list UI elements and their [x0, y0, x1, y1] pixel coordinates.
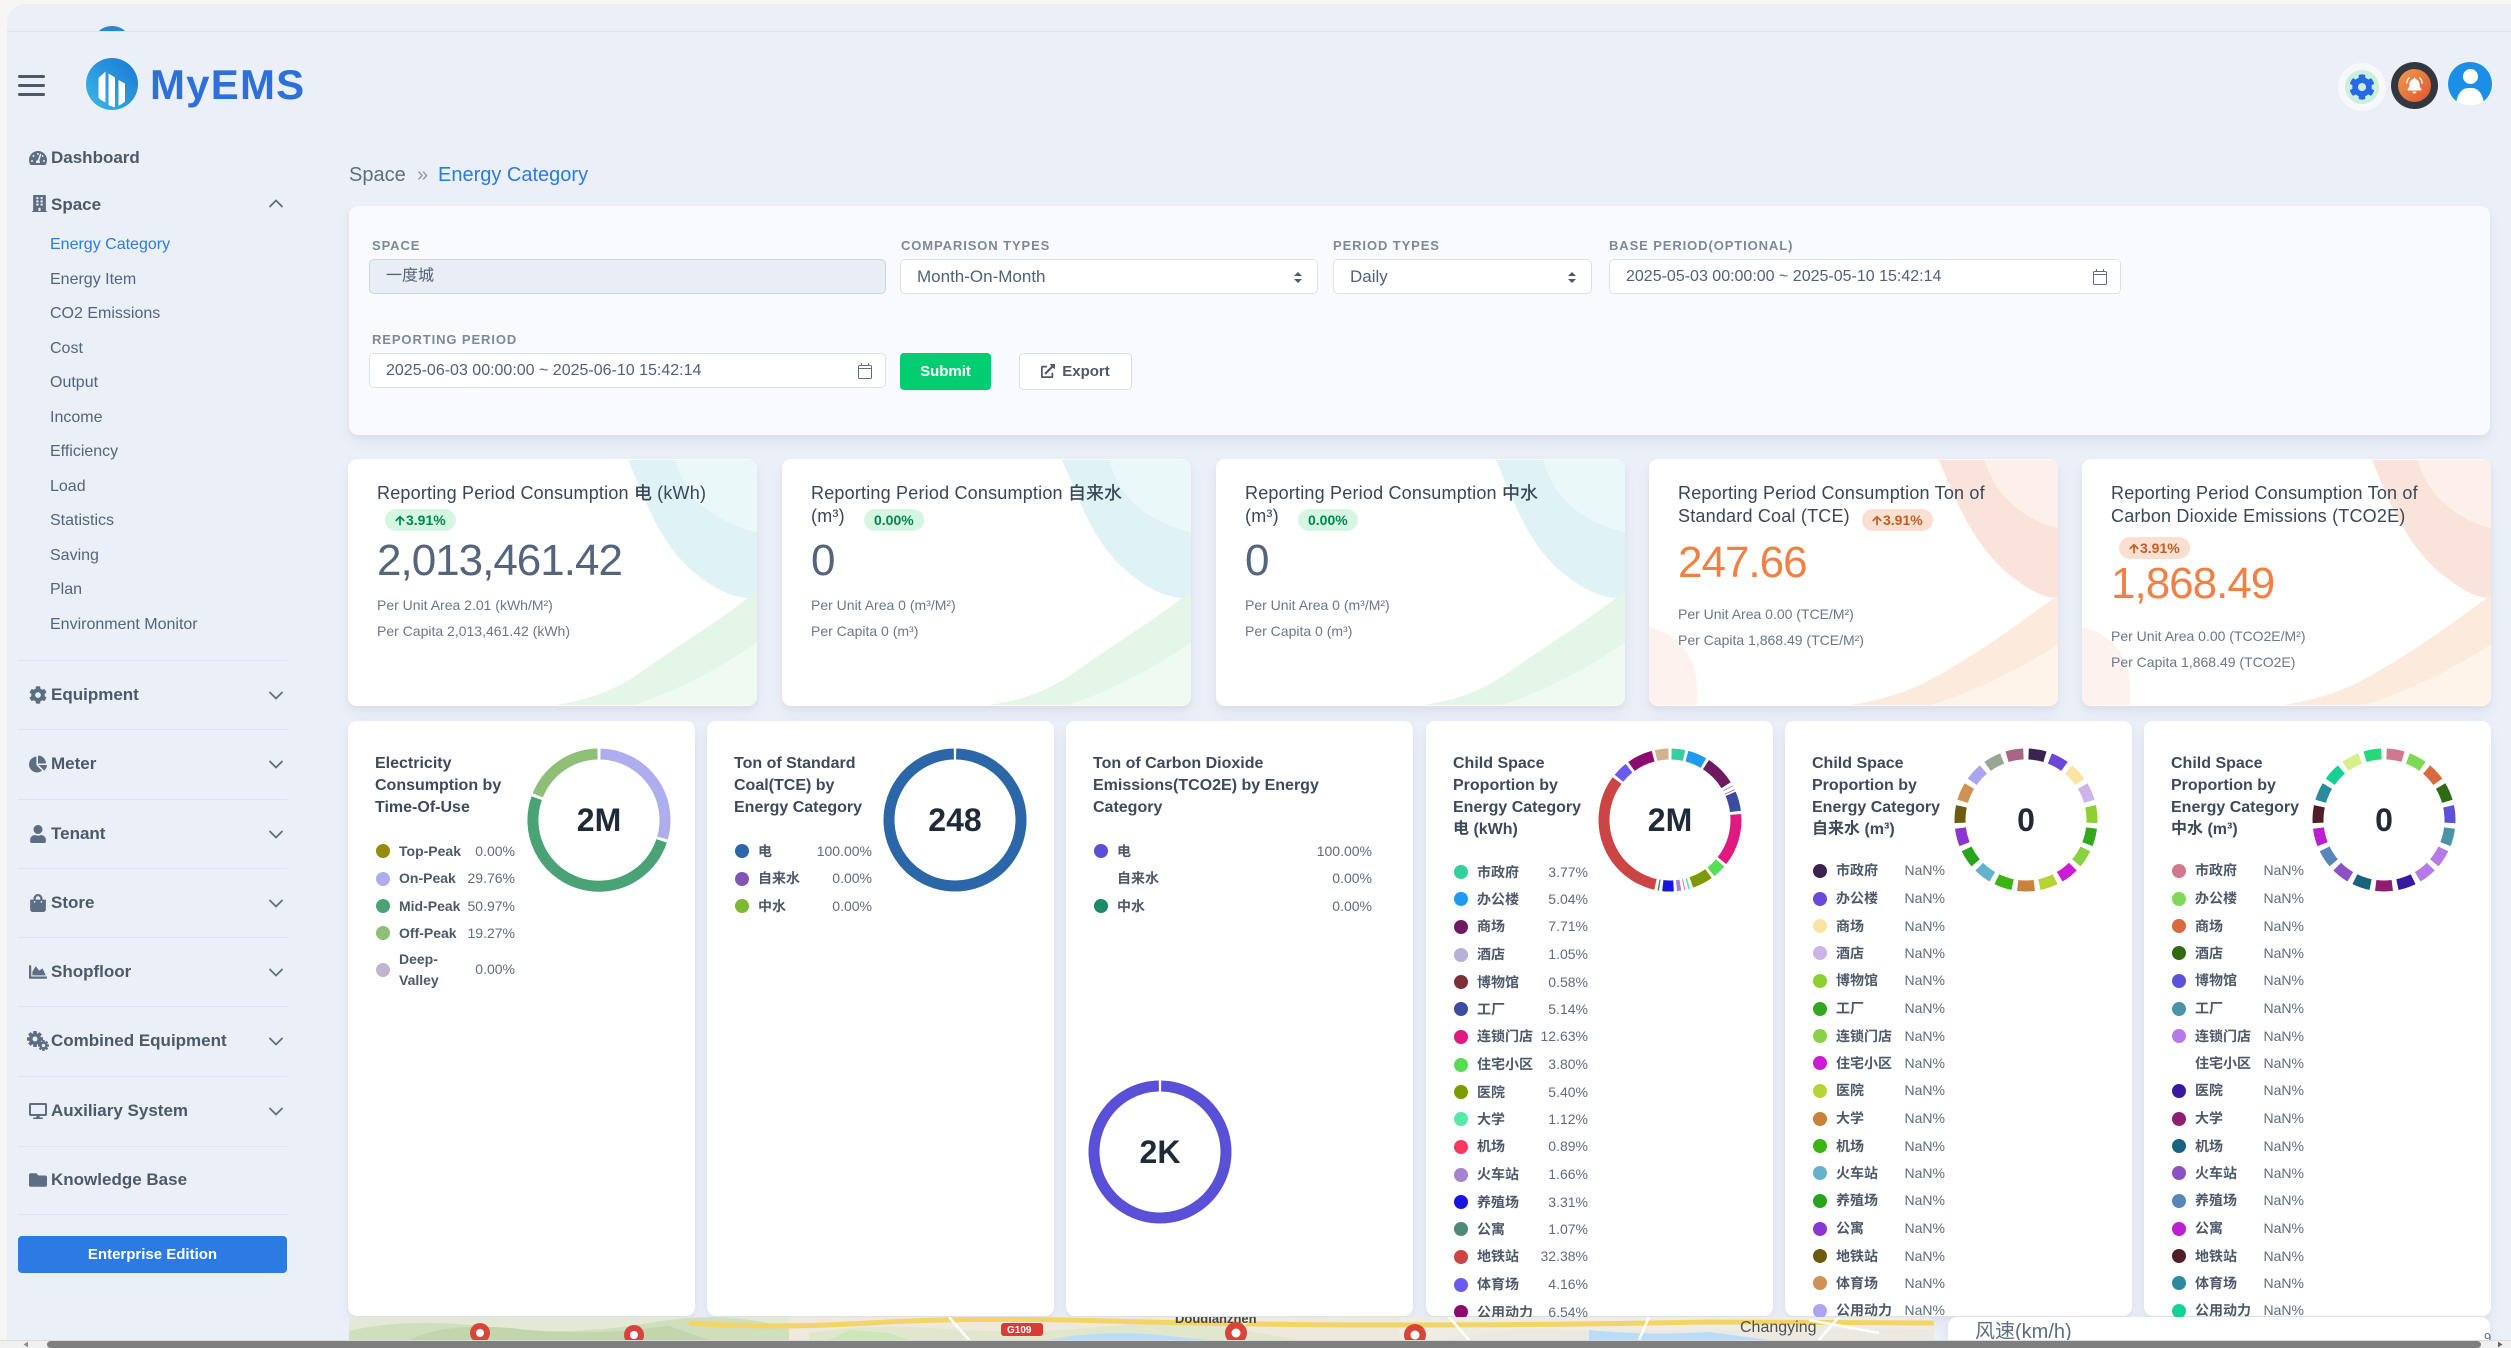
svg-text:Doudianzhen: Doudianzhen: [1175, 1317, 1257, 1326]
svg-text:Changying: Changying: [1740, 1319, 1817, 1336]
svg-text:G109: G109: [1007, 1325, 1032, 1336]
